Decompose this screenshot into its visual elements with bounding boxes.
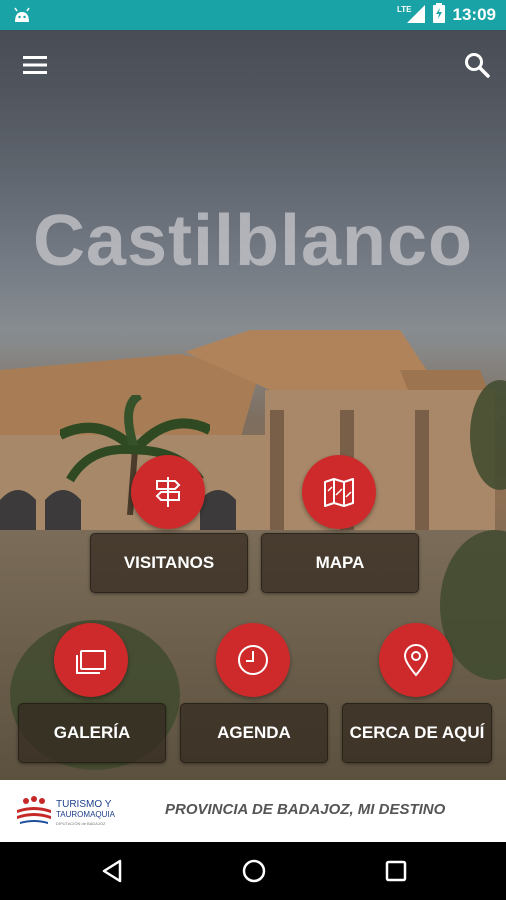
status-bar: LTE 13:09 [0,0,506,30]
back-icon [102,859,122,883]
tile-galeria-box: GALERÍA [18,703,166,763]
tile-galeria-circle [54,623,128,697]
tile-mapa-box: MAPA [261,533,419,593]
tile-visitanos-label: VISITANOS [123,553,215,572]
tile-visitanos-circle [131,455,205,529]
tile-galeria[interactable]: GALERÍA [18,623,166,763]
lte-signal-icon: LTE [397,3,425,28]
system-nav-bar [0,842,506,900]
battery-charging-icon [432,2,445,28]
clock-icon [238,645,268,675]
tile-cerca-box: CERCA DE AQUÍ [342,703,492,763]
turismo-logo-icon: TURISMO Y TAUROMAQUIA DIPUTACIÓN de BADA… [17,796,116,826]
tile-cerca-de-aqui[interactable]: CERCA DE AQUÍ [342,623,492,763]
recents-button[interactable] [380,855,412,887]
gallery-icon [76,650,106,674]
tile-galeria-label: GALERÍA [53,723,131,742]
hamburger-menu-icon [23,56,47,74]
tile-mapa[interactable]: MAPA [261,455,419,595]
recents-icon [385,860,407,882]
android-icon [12,6,32,24]
tile-cerca-label: CERCA DE AQUÍ [349,723,485,742]
status-icons: LTE 13:09 [397,2,496,28]
tile-mapa-label: MAPA [315,553,365,572]
tile-mapa-circle [302,455,376,529]
svg-text:LTE: LTE [397,5,412,14]
tile-agenda-circle [216,623,290,697]
home-icon [242,859,266,883]
location-pin-icon [403,644,429,677]
tile-visitanos[interactable]: VISITANOS [90,455,248,595]
turismo-logo[interactable]: TURISMO Y TAUROMAQUIA DIPUTACIÓN de BADA… [16,794,126,830]
tile-visitanos-box: VISITANOS [90,533,248,593]
tile-cerca-circle [379,623,453,697]
tile-agenda-box: AGENDA [180,703,328,763]
back-button[interactable] [97,855,129,887]
signpost-icon [155,477,181,507]
sky [0,30,506,350]
footer-slogan: PROVINCIA DE BADAJOZ, MI DESTINO [165,801,446,818]
logo-text: TURISMO Y [56,799,112,810]
tile-agenda[interactable]: AGENDA [180,623,328,763]
search-button[interactable] [462,50,492,80]
town-title: Castilblanco [32,201,474,281]
search-icon [465,53,490,78]
home-button[interactable] [238,855,270,887]
svg-text:DIPUTACIÓN de BADAJOZ: DIPUTACIÓN de BADAJOZ [56,821,106,826]
menu-button[interactable] [22,52,48,78]
tile-agenda-label: AGENDA [217,723,291,742]
svg-text:TAUROMAQUIA: TAUROMAQUIA [56,810,116,819]
map-icon [324,478,354,507]
status-time: 13:09 [452,5,496,24]
